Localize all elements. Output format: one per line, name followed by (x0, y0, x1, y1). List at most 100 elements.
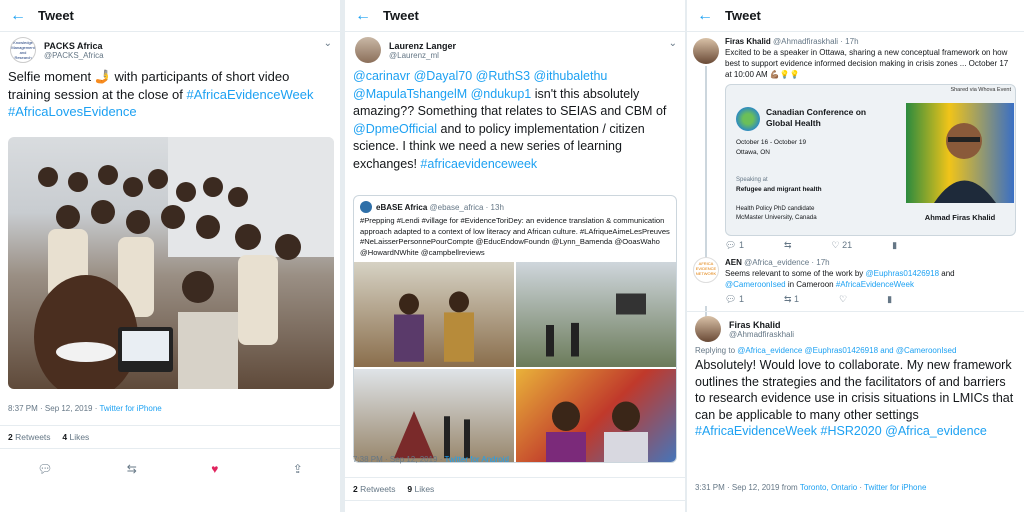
quoted-photo-1[interactable] (354, 262, 514, 367)
retweet-count: 1 (794, 294, 800, 304)
author-handle[interactable]: @Ahmadfiraskhali (729, 330, 794, 339)
quoted-tweet-text: #Prepping #Lendi #village for #EvidenceT… (360, 216, 670, 257)
mention-cameroonised[interactable]: @CameroonIsed (725, 280, 786, 289)
speaker-photo (906, 103, 1014, 203)
like-stat[interactable]: 4 Likes (62, 432, 89, 442)
focused-tweet: Firas Khalid @Ahmadfiraskhali Replying t… (687, 311, 1024, 440)
reply-icon[interactable]: 💬︎ (37, 462, 52, 476)
avatar[interactable]: AFRICA EVIDENCE NETWORK (693, 257, 719, 283)
chevron-down-icon[interactable]: ⌄ (324, 38, 332, 49)
back-arrow-icon[interactable]: ← (697, 7, 725, 25)
replying-mentions[interactable]: @Africa_evidence @Euphras01426918 and @C… (737, 346, 956, 355)
tweet-header: ← Tweet (345, 0, 685, 32)
thread-tweet-1-header: Firas Khalid @Ahmadfiraskhali · 17h (725, 36, 1016, 47)
retweet-count: 2 (8, 432, 13, 442)
author-name[interactable]: PACKS Africa (44, 41, 104, 51)
card-conference-title: Canadian Conference on Global Health (766, 107, 867, 128)
like-heart-icon[interactable]: ♥ (211, 462, 218, 476)
author-name[interactable]: Firas Khalid (725, 37, 771, 46)
like-icon[interactable]: ♡ (839, 294, 847, 305)
card-person-name: Ahmad Firas Khalid (924, 213, 996, 222)
tweet-hashtags[interactable]: #AfricaEvidenceWeek #HSR2020 @Africa_evi… (695, 424, 987, 438)
tweet-location[interactable]: Toronto, Ontario (800, 483, 857, 492)
tweet-actions: 💬︎ ⇆ ♥ ⇪ (0, 456, 340, 482)
quoted-photo-2[interactable] (516, 262, 676, 367)
card-shared-via: Shared via Whova Event (950, 87, 1011, 93)
like-count: 21 (842, 240, 853, 250)
tweet-timestamp: 3:31 PM · Sep 12, 2019 from (695, 483, 800, 492)
like-stat[interactable]: 9 Likes (407, 484, 434, 494)
replying-label: Replying to (695, 346, 738, 355)
thread-tweet-2-actions: 💬︎ 1 ⇆ 1 ♡ ▮ (725, 290, 1016, 309)
reply-icon[interactable]: 💬︎ 1 (725, 294, 744, 305)
quoted-tweet[interactable]: eBASE Africa @ebase_africa · 13h #Preppi… (353, 195, 677, 463)
tweet-source[interactable]: Twitter for iPhone (864, 483, 926, 492)
card-role-1: Health Policy PhD candidate (736, 205, 815, 212)
tweet-header: ← Tweet (0, 0, 340, 32)
tweet-source[interactable]: Twitter for Android (444, 455, 508, 464)
like-icon[interactable]: ♡ 21 (832, 240, 853, 251)
analytics-icon[interactable]: ▮ (887, 294, 892, 305)
author-handle[interactable]: @PACKS_Africa (44, 51, 104, 60)
card-role-2: McMaster University, Canada (736, 214, 817, 221)
header-title: Tweet (725, 8, 761, 23)
avatar (360, 201, 372, 213)
like-label: Likes (414, 484, 435, 494)
tweet-text: Selfie moment 🤳 with participants of sho… (0, 68, 340, 121)
retweet-icon[interactable]: ⇆ (784, 240, 792, 251)
avatar[interactable]: Knowledge Management and Research (10, 37, 36, 63)
tweet-source[interactable]: Twitter for iPhone (99, 404, 161, 413)
analytics-icon[interactable]: ▮ (892, 240, 897, 251)
tweet-timestamp: 8:37 PM · Sep 12, 2019 · (8, 404, 100, 413)
tweet-column-laurenz: ← Tweet Laurenz Langer @Laurenz_ml ⌄ @ca… (345, 0, 685, 512)
tweet-column-thread: ← Tweet Firas Khalid @Ahmadfiraskhali · … (687, 0, 1024, 512)
tweet-timestamp-line: 8:37 PM · Sep 12, 2019 · Twitter for iPh… (0, 404, 170, 413)
card-speaking-label: Speaking at (736, 177, 768, 183)
author-handle[interactable]: @Africa_evidence · 17h (744, 258, 830, 267)
event-card[interactable]: Shared via Whova Event Canadian Conferen… (725, 84, 1016, 236)
quoted-photo-grid (354, 262, 676, 462)
avatar[interactable] (355, 37, 381, 63)
tweet-author[interactable]: Firas Khalid @Ahmadfiraskhali (695, 316, 1016, 342)
globe-icon (736, 107, 760, 131)
author-name[interactable]: Firas Khalid (729, 320, 794, 330)
avatar[interactable] (693, 38, 719, 64)
thread-tweet-1[interactable]: Firas Khalid @Ahmadfiraskhali · 17h Exci… (687, 36, 1024, 255)
text-plain: Seems relevant to some of the work by (725, 269, 866, 278)
tweet-author[interactable]: Knowledge Management and Research PACKS … (0, 32, 340, 68)
tweet-stats: 2 Retweets 4 Likes (0, 425, 340, 449)
mention-euphras[interactable]: @Euphras01426918 (866, 269, 940, 278)
retweet-count: 2 (353, 484, 358, 494)
group-selfie-photo[interactable] (8, 137, 334, 389)
quoted-photo-3[interactable] (354, 369, 514, 462)
quoted-photo-4[interactable] (516, 369, 676, 462)
author-name[interactable]: AEN (725, 258, 742, 267)
tweet-mentions-2[interactable]: @MapulaTshangelM @ndukup1 (353, 87, 531, 101)
retweet-icon[interactable]: ⇆ (127, 462, 137, 476)
thread-tweet-2[interactable]: AFRICA EVIDENCE NETWORK AEN @Africa_evid… (687, 257, 1024, 309)
tweet-mentions-1[interactable]: @carinavr @Dayal70 @RuthS3 @ithubalethu (353, 69, 607, 83)
share-icon[interactable]: ⇪ (293, 462, 303, 476)
avatar[interactable] (695, 316, 721, 342)
like-label: Likes (69, 432, 90, 442)
tweet-timestamp: 7:38 PM · Sep 12, 2019 · (353, 455, 445, 464)
author-name[interactable]: Laurenz Langer (389, 41, 456, 51)
retweet-stat[interactable]: 2 Retweets (353, 484, 396, 494)
retweet-stat[interactable]: 2 Retweets (8, 432, 51, 442)
like-count: 4 (62, 432, 68, 442)
author-handle[interactable]: @Laurenz_ml (389, 51, 456, 60)
chevron-down-icon[interactable]: ⌄ (669, 38, 677, 49)
tweet-mention-dpme[interactable]: @DpmeOfficial (353, 122, 437, 136)
reply-icon[interactable]: 💬︎ 1 (725, 240, 744, 251)
back-arrow-icon[interactable]: ← (355, 7, 383, 25)
back-arrow-icon[interactable]: ← (10, 7, 38, 25)
text-in: in Cameroon (785, 280, 836, 289)
author-handle[interactable]: @Ahmadfiraskhali · 17h (773, 37, 859, 46)
retweet-label: Retweets (15, 432, 51, 442)
hashtag[interactable]: #AfricaEvidenceWeek (836, 280, 914, 289)
tweet-author[interactable]: Laurenz Langer @Laurenz_ml ⌄ (345, 32, 685, 68)
quoted-author-handle: @ebase_africa · 13h (429, 202, 504, 212)
tweet-hashtag[interactable]: #africaevidenceweek (420, 157, 537, 171)
retweet-icon[interactable]: ⇆ 1 (784, 294, 799, 305)
reply-count: 1 (738, 240, 744, 250)
